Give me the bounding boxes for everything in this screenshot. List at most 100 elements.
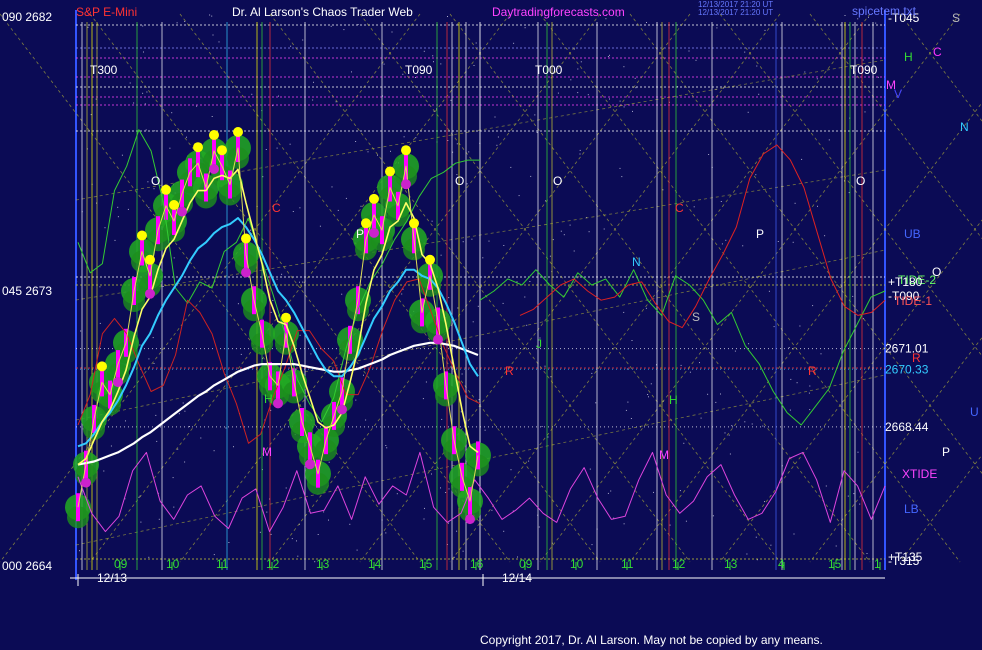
star-dot — [680, 364, 682, 366]
x-tick-label: 16 — [470, 557, 484, 571]
star-dot — [125, 420, 126, 422]
star-dot — [747, 111, 749, 113]
star-dot — [462, 550, 464, 552]
star-dot — [153, 188, 155, 190]
star-dot — [524, 296, 526, 298]
magenta-dot — [465, 514, 475, 525]
star-dot — [699, 362, 700, 364]
star-dot — [441, 418, 443, 420]
magenta-dot — [81, 477, 91, 488]
star-dot — [497, 136, 499, 138]
star-dot — [450, 99, 452, 101]
star-dot — [695, 59, 697, 61]
star-dot — [773, 326, 775, 328]
star-dot — [645, 307, 647, 309]
star-dot — [265, 149, 267, 150]
star-dot — [343, 29, 345, 31]
star-dot — [544, 365, 546, 367]
yellow-dot — [193, 142, 203, 153]
star-dot — [693, 206, 695, 208]
star-dot — [817, 205, 818, 207]
star-dot — [144, 103, 146, 105]
star-dot — [792, 241, 794, 243]
star-dot — [365, 419, 367, 421]
star-dot — [471, 238, 473, 240]
star-dot — [433, 61, 434, 63]
star-dot — [468, 151, 470, 153]
star-dot — [127, 208, 129, 210]
star-dot — [744, 421, 746, 423]
star-dot — [862, 59, 864, 61]
star-dot — [396, 493, 398, 495]
star-dot — [626, 368, 628, 370]
star-dot — [225, 427, 227, 429]
star-dot — [448, 297, 450, 299]
star-dot — [317, 534, 319, 535]
star-dot — [764, 501, 765, 503]
star-dot — [623, 66, 625, 68]
star-dot — [99, 286, 101, 288]
star-dot — [721, 243, 723, 245]
yellow-dot — [233, 127, 243, 137]
star-dot — [770, 544, 772, 546]
star-dot — [801, 158, 803, 160]
star-dot — [184, 410, 186, 412]
star-dot — [440, 63, 442, 65]
star-dot — [809, 385, 811, 387]
time-marker-label: T090 — [405, 63, 433, 77]
star-dot — [577, 68, 579, 70]
star-dot — [513, 42, 515, 44]
star-dot — [875, 22, 877, 24]
star-dot — [281, 273, 283, 275]
star-dot — [683, 442, 685, 444]
star-dot — [484, 429, 486, 431]
star-dot — [391, 31, 393, 33]
star-dot — [448, 488, 450, 490]
right-label: +T180 — [888, 275, 923, 289]
star-dot — [173, 506, 175, 508]
star-dot — [603, 228, 605, 230]
star-dot — [466, 183, 468, 185]
star-dot — [646, 22, 647, 23]
star-dot — [725, 239, 727, 241]
star-dot — [825, 485, 827, 487]
star-dot — [857, 18, 859, 20]
yellow-dot — [409, 218, 419, 229]
star-dot — [189, 426, 190, 427]
star-dot — [211, 15, 213, 17]
star-dot — [146, 91, 148, 93]
star-dot — [87, 26, 89, 28]
star-dot — [228, 542, 230, 543]
star-dot — [828, 139, 830, 141]
star-dot — [266, 511, 268, 513]
star-dot — [385, 445, 387, 446]
star-dot — [148, 358, 150, 360]
star-dot — [764, 29, 766, 31]
plot-letter: S — [692, 310, 700, 324]
x-tick-label: 14 — [368, 557, 382, 571]
star-dot — [577, 92, 579, 94]
x-tick-label: 10 — [166, 557, 180, 571]
star-dot — [184, 461, 186, 463]
time-marker-label: T090 — [850, 63, 878, 77]
magenta-dot — [273, 398, 283, 409]
star-dot — [299, 334, 301, 336]
star-dot — [272, 300, 274, 301]
star-dot — [852, 295, 854, 297]
time-marker-label: T300 — [90, 63, 118, 77]
yellow-dot — [369, 193, 379, 204]
star-dot — [824, 235, 826, 237]
star-dot — [720, 201, 722, 202]
star-dot — [367, 151, 369, 153]
star-dot — [688, 50, 690, 52]
plot-letter: M — [659, 448, 669, 462]
x-tick-label: 1 — [874, 557, 881, 571]
star-dot — [386, 447, 388, 449]
star-dot — [289, 143, 291, 145]
plot-letter: O — [151, 174, 160, 188]
star-dot — [777, 241, 779, 242]
star-dot — [455, 255, 457, 257]
price-level-label: 2670.33 — [885, 362, 929, 376]
star-dot — [302, 39, 304, 41]
star-dot — [312, 99, 314, 101]
